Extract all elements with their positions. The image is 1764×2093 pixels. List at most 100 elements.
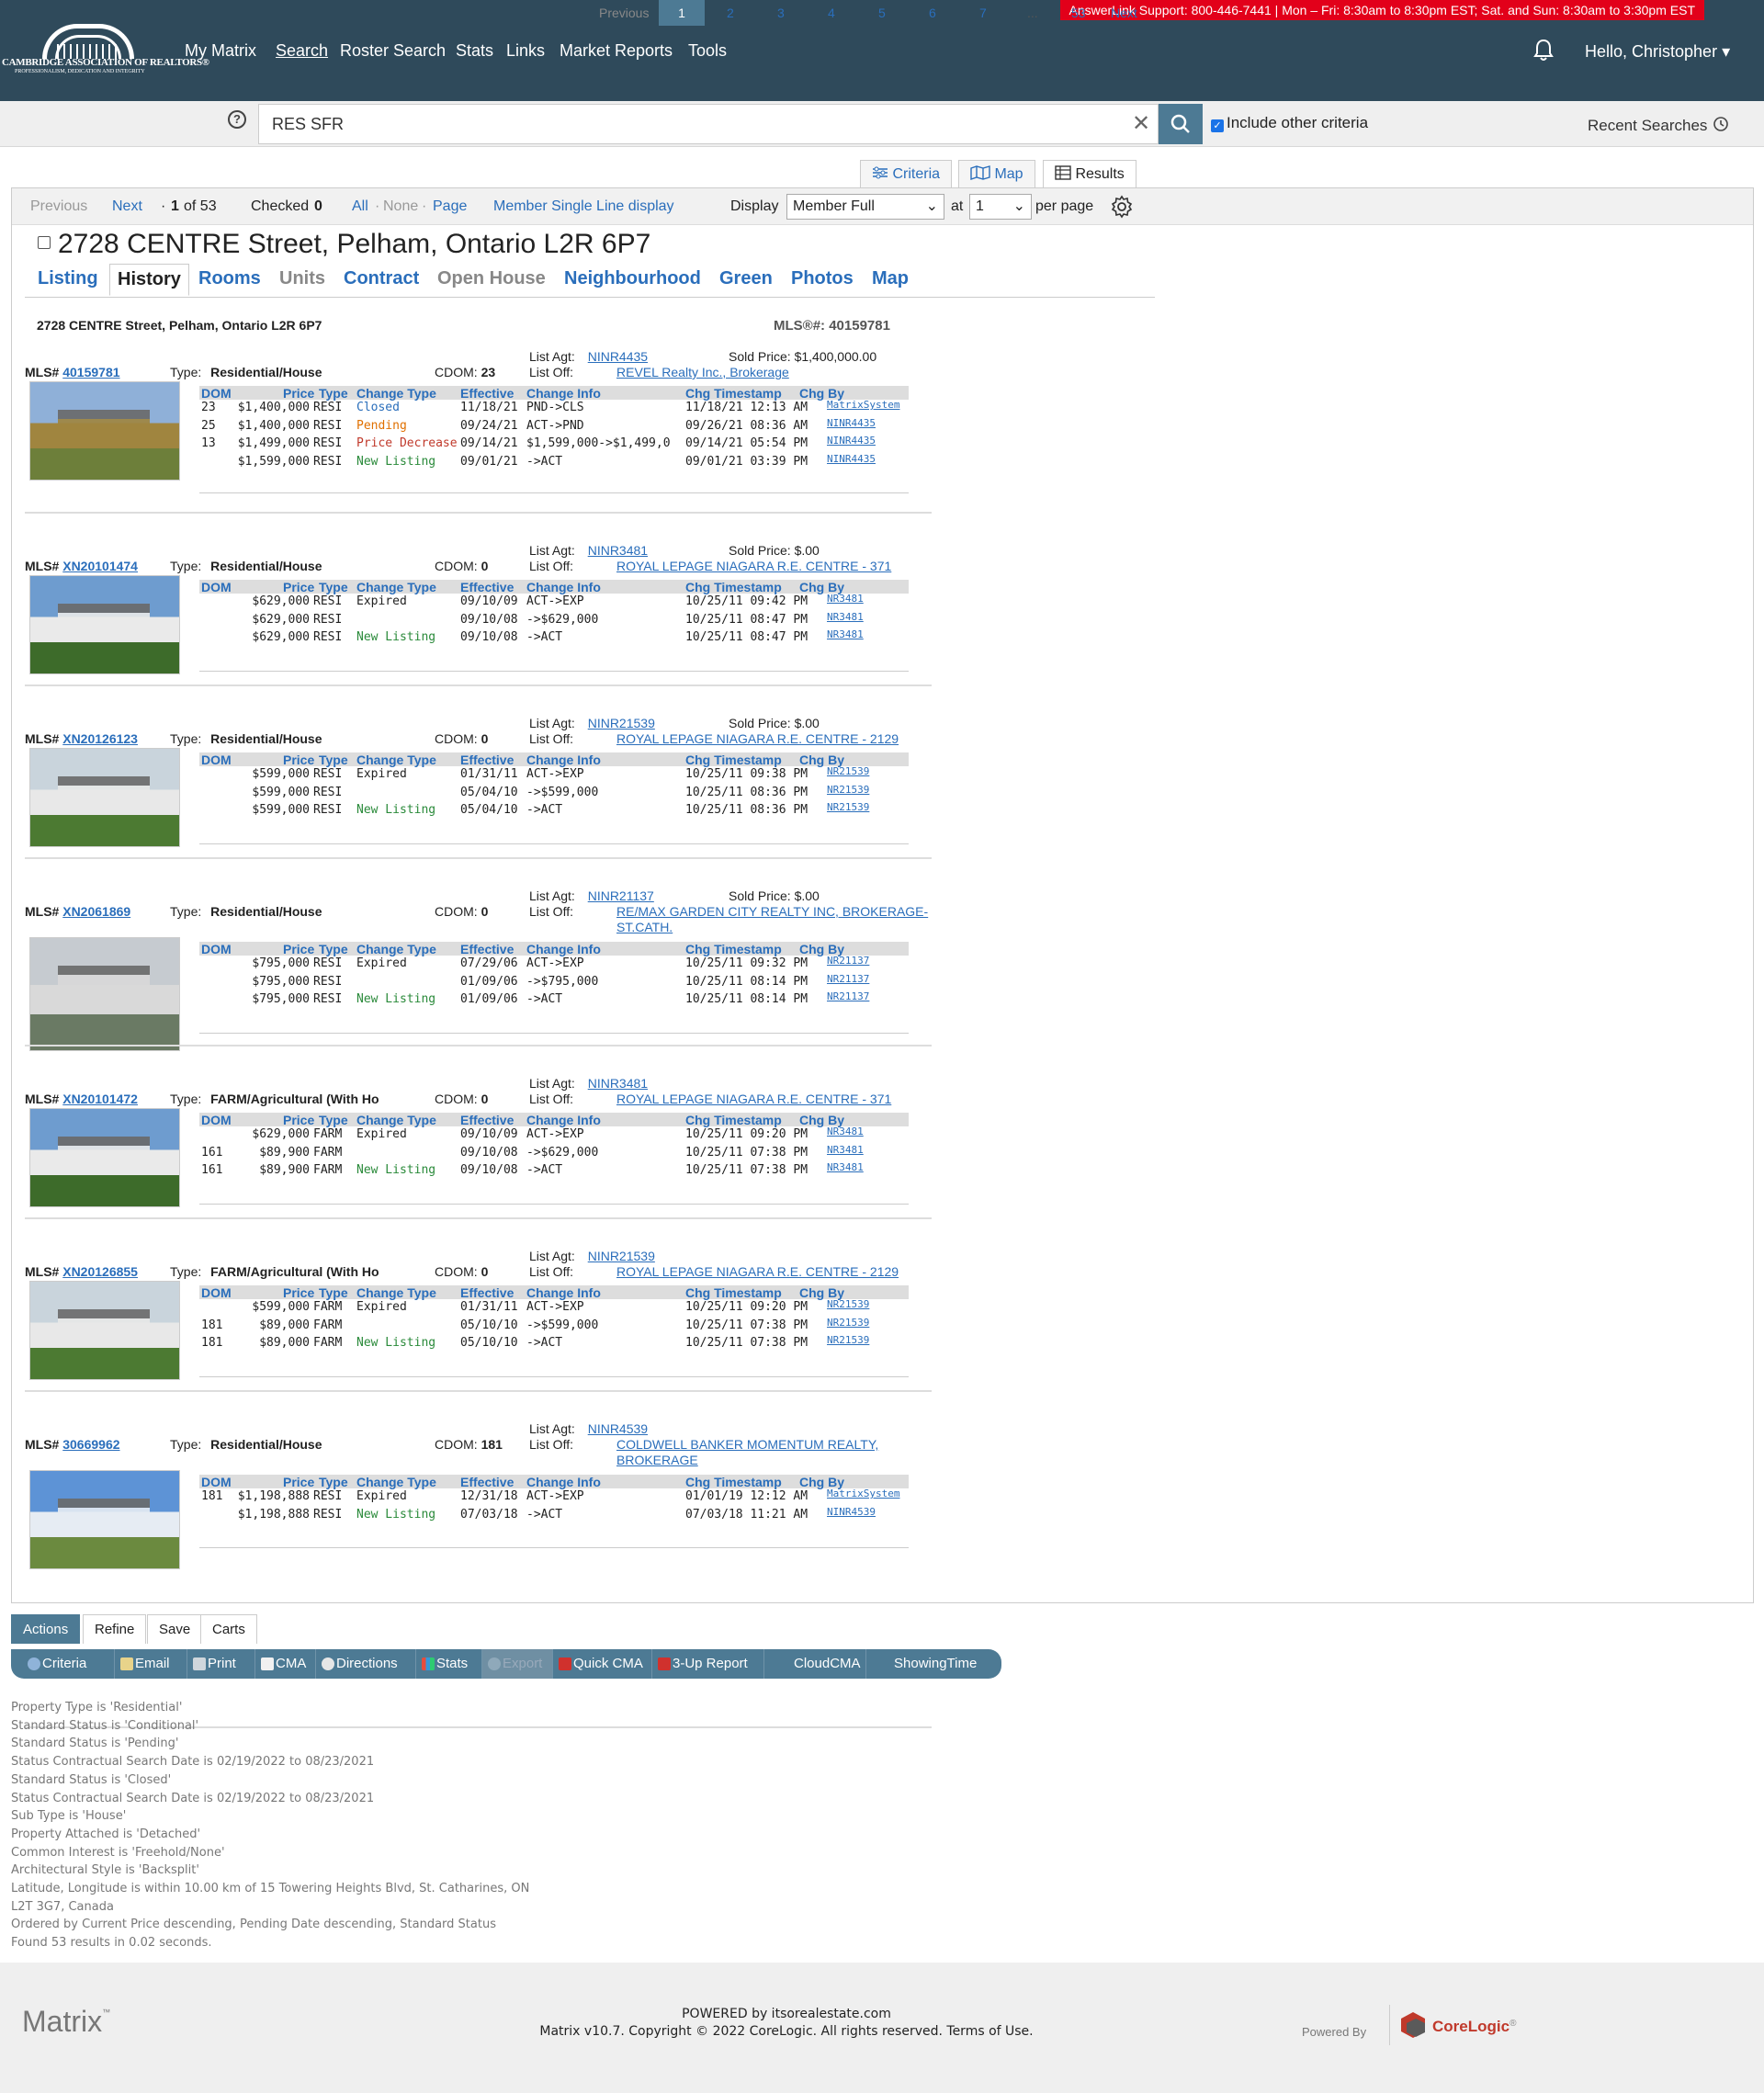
- pager-previous[interactable]: Previous: [599, 0, 649, 26]
- recent-searches-link[interactable]: Recent Searches: [1588, 115, 1730, 135]
- tab-map-detail[interactable]: Map: [872, 268, 909, 289]
- mls-number-link[interactable]: 40159781: [62, 365, 119, 379]
- pager-page-3[interactable]: 3: [777, 0, 785, 26]
- tab-contract[interactable]: Contract: [344, 268, 419, 289]
- action-cma-button[interactable]: CMA: [255, 1649, 316, 1679]
- action-tab-carts[interactable]: Carts: [200, 1614, 257, 1644]
- tab-photos[interactable]: Photos: [791, 268, 854, 289]
- changed-by-link[interactable]: NINR4435: [827, 453, 876, 465]
- gear-icon[interactable]: [1110, 195, 1134, 219]
- changed-by-link[interactable]: NR21539: [827, 765, 869, 777]
- tab-criteria[interactable]: Criteria: [860, 160, 953, 187]
- action-quick-cma-button[interactable]: Quick CMA: [553, 1649, 652, 1679]
- tab-results[interactable]: Results: [1043, 160, 1136, 188]
- list-agent-link[interactable]: NINR21539: [588, 1249, 655, 1263]
- list-office-link[interactable]: COLDWELL BANKER MOMENTUM REALTY, BROKERAG…: [616, 1437, 878, 1468]
- action-tab-refine[interactable]: Refine: [83, 1614, 147, 1644]
- listing-photo[interactable]: [29, 1470, 180, 1569]
- list-office-link[interactable]: ROYAL LEPAGE NIAGARA R.E. CENTRE - 2129: [616, 731, 899, 747]
- listing-photo[interactable]: [29, 1108, 180, 1207]
- action-directions-button[interactable]: Directions: [316, 1649, 416, 1679]
- listing-checkbox[interactable]: [38, 236, 51, 249]
- changed-by-link[interactable]: NR21539: [827, 784, 869, 796]
- mls-number-link[interactable]: XN20126855: [62, 1264, 138, 1279]
- tab-open-house[interactable]: Open House: [437, 268, 546, 289]
- mls-number-link[interactable]: XN20101474: [62, 559, 138, 573]
- listing-photo[interactable]: [29, 1281, 180, 1380]
- changed-by-link[interactable]: NR21539: [827, 1298, 869, 1310]
- list-office-link[interactable]: RE/MAX GARDEN CITY REALTY INC, BROKERAGE…: [616, 904, 928, 935]
- list-office-link[interactable]: ROYAL LEPAGE NIAGARA R.E. CENTRE - 371: [616, 1092, 891, 1107]
- changed-by-link[interactable]: NINR4539: [827, 1506, 876, 1518]
- association-logo[interactable]: CAMBRIDGE ASSOCIATION OF REALTORS® PROFE…: [2, 24, 209, 75]
- list-office-link[interactable]: ROYAL LEPAGE NIAGARA R.E. CENTRE - 2129: [616, 1264, 899, 1280]
- corelogic-logo[interactable]: CoreLogic®: [1389, 2005, 1516, 2045]
- changed-by-link[interactable]: NR3481: [827, 628, 864, 640]
- select-page-link[interactable]: Page: [433, 198, 467, 215]
- tab-listing[interactable]: Listing: [38, 268, 98, 289]
- action-3up-report-button[interactable]: 3-Up Report: [652, 1649, 764, 1679]
- search-button[interactable]: [1159, 104, 1203, 144]
- previous-link[interactable]: Previous: [30, 198, 87, 215]
- list-agent-link[interactable]: NINR4539: [588, 1421, 648, 1436]
- action-print-button[interactable]: Print: [187, 1649, 255, 1679]
- mls-number-link[interactable]: XN20126123: [62, 731, 138, 746]
- action-criteria-button[interactable]: Criteria: [22, 1649, 115, 1679]
- next-link[interactable]: Next: [112, 198, 142, 215]
- member-single-line-link[interactable]: Member Single Line display: [493, 198, 674, 215]
- nav-my-matrix[interactable]: My Matrix: [185, 41, 256, 61]
- changed-by-link[interactable]: NR21539: [827, 1334, 869, 1346]
- display-select[interactable]: Member Full ⌄: [786, 194, 944, 220]
- list-office-link[interactable]: ROYAL LEPAGE NIAGARA R.E. CENTRE - 371: [616, 559, 891, 574]
- pager-page-1[interactable]: 1: [659, 0, 705, 26]
- mls-number-link[interactable]: 30669962: [62, 1437, 119, 1452]
- changed-by-link[interactable]: NR21539: [827, 801, 869, 813]
- pager-page-53[interactable]: 53: [1071, 0, 1086, 26]
- changed-by-link[interactable]: NR3481: [827, 593, 864, 605]
- changed-by-link[interactable]: NR3481: [827, 1126, 864, 1137]
- listing-photo[interactable]: [29, 937, 180, 1051]
- clear-search-icon[interactable]: ✕: [1132, 110, 1150, 137]
- action-tab-save[interactable]: Save: [147, 1614, 203, 1644]
- tab-history[interactable]: History: [109, 264, 189, 296]
- changed-by-link[interactable]: NR21137: [827, 990, 869, 1002]
- action-showingtime-button[interactable]: ShowingTime: [866, 1649, 1001, 1679]
- nav-roster-search[interactable]: Roster Search: [340, 41, 446, 61]
- nav-search[interactable]: Search: [276, 41, 328, 61]
- nav-market-reports[interactable]: Market Reports: [560, 41, 673, 61]
- select-all-link[interactable]: All: [352, 198, 368, 215]
- list-agent-link[interactable]: NINR21539: [588, 716, 655, 730]
- list-office-link[interactable]: REVEL Realty Inc., Brokerage: [616, 365, 789, 380]
- listing-photo[interactable]: [29, 748, 180, 847]
- listing-photo[interactable]: [29, 575, 180, 674]
- page-at-select[interactable]: 1 ⌄: [969, 194, 1032, 220]
- changed-by-link[interactable]: MatrixSystem: [827, 399, 899, 411]
- changed-by-link[interactable]: NINR4435: [827, 417, 876, 429]
- changed-by-link[interactable]: NR21137: [827, 973, 869, 985]
- tab-neighbourhood[interactable]: Neighbourhood: [564, 268, 701, 289]
- action-stats-button[interactable]: Stats: [416, 1649, 482, 1679]
- pager-page-7[interactable]: 7: [979, 0, 987, 26]
- tab-units[interactable]: Units: [279, 268, 325, 289]
- pager-page-6[interactable]: 6: [929, 0, 936, 26]
- list-agent-link[interactable]: NINR3481: [588, 1076, 648, 1091]
- action-email-button[interactable]: Email: [115, 1649, 187, 1679]
- mls-number-link[interactable]: XN2061869: [62, 904, 130, 919]
- changed-by-link[interactable]: NR3481: [827, 1144, 864, 1156]
- changed-by-link[interactable]: NR21539: [827, 1317, 869, 1329]
- select-none-link[interactable]: None: [383, 198, 418, 215]
- changed-by-link[interactable]: MatrixSystem: [827, 1488, 899, 1499]
- search-input[interactable]: RES SFR: [258, 104, 1159, 144]
- tab-green[interactable]: Green: [719, 268, 773, 289]
- listing-photo[interactable]: [29, 381, 180, 481]
- action-tab-actions[interactable]: Actions: [11, 1614, 81, 1644]
- changed-by-link[interactable]: NR3481: [827, 1161, 864, 1173]
- action-export-button[interactable]: Export: [482, 1649, 553, 1679]
- user-menu[interactable]: Hello, Christopher ▾: [1585, 42, 1730, 62]
- changed-by-link[interactable]: NINR4435: [827, 435, 876, 447]
- pager-page-5[interactable]: 5: [878, 0, 886, 26]
- tab-map[interactable]: Map: [958, 160, 1035, 187]
- bell-icon[interactable]: [1532, 39, 1555, 62]
- help-icon[interactable]: ?: [228, 110, 246, 129]
- list-agent-link[interactable]: NINR21137: [588, 888, 654, 903]
